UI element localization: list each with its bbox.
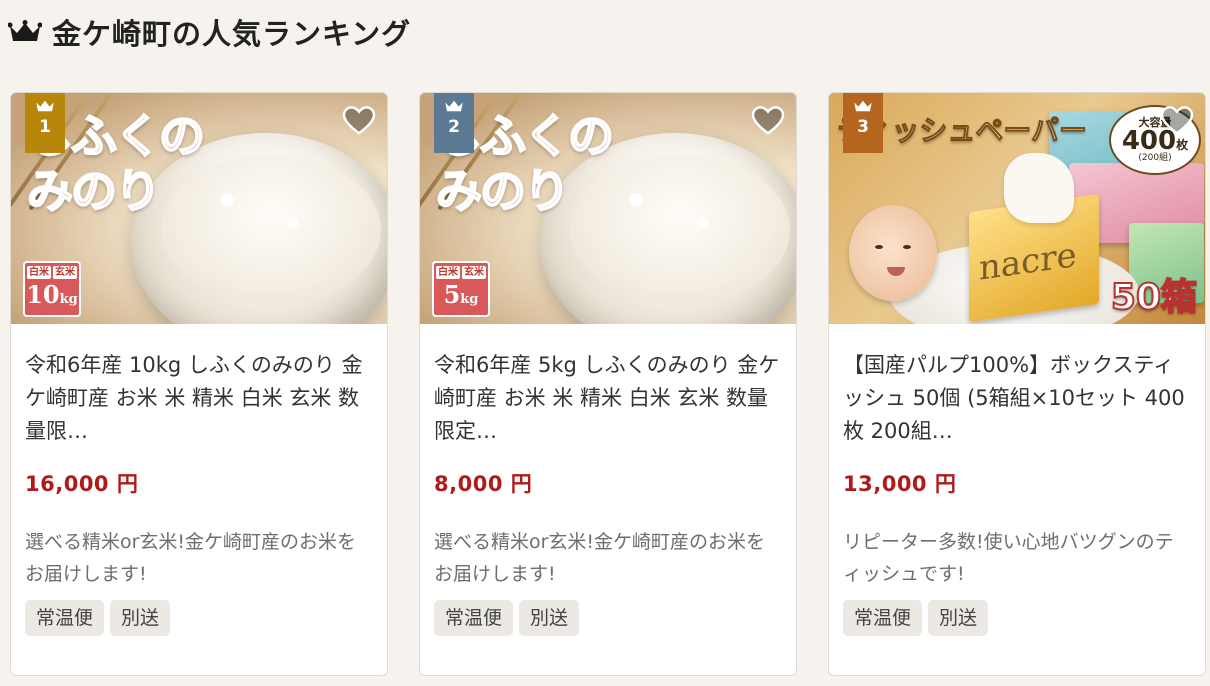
ranking-list: しふくのみのり 白米 玄米 10kg 1 令和6年産 10kg しふくのみのり …	[10, 92, 1206, 676]
shipping-tag: 常温便	[434, 600, 514, 636]
shipping-tag: 別送	[110, 600, 171, 636]
crown-icon	[36, 100, 54, 112]
favorite-button[interactable]	[1159, 103, 1195, 139]
favorite-button[interactable]	[341, 103, 377, 139]
shipping-tag: 常温便	[843, 600, 923, 636]
page-title: 金ケ崎町の人気ランキング	[52, 17, 412, 51]
weight-badge: 白米 玄米 10kg	[23, 261, 81, 317]
rank-badge: 2	[434, 93, 474, 153]
weight-badge: 白米 玄米 5kg	[432, 261, 490, 317]
product-image[interactable]: しふくのみのり 白米 玄米 10kg 1	[11, 93, 387, 324]
product-card-3[interactable]: nacre ティッシュペーパー 大容量 400枚 (200組) 50箱 3 【国…	[828, 92, 1206, 676]
weight-value: 5	[443, 280, 461, 309]
product-description: 選べる精米or玄米!金ケ崎町産のお米をお届けします!	[25, 531, 357, 585]
weight-unit: kg	[59, 292, 78, 307]
capacity-sub: (200組)	[1138, 153, 1172, 163]
favorite-button[interactable]	[750, 103, 786, 139]
product-title[interactable]: 【国産パルプ100%】ボックスティッシュ 50個 (5箱組×10セット 400枚…	[843, 349, 1191, 448]
product-card-2[interactable]: しふくのみのり 白米 玄米 5kg 2 令和6年産 5kg しふくのみのり 金ケ…	[419, 92, 797, 676]
capacity-unit: 枚	[1176, 138, 1189, 152]
product-card-1[interactable]: しふくのみのり 白米 玄米 10kg 1 令和6年産 10kg しふくのみのり …	[10, 92, 388, 676]
crown-icon	[854, 100, 872, 112]
crown-icon	[8, 20, 42, 41]
product-price: 8,000 円	[434, 472, 533, 496]
shipping-tag: 別送	[519, 600, 580, 636]
rank-number: 1	[39, 117, 51, 137]
product-image[interactable]: しふくのみのり 白米 玄米 5kg 2	[420, 93, 796, 324]
brown-rice-tag: 玄米	[462, 266, 486, 279]
rank-badge: 3	[843, 93, 883, 153]
rank-number: 3	[857, 117, 869, 137]
heart-icon	[1160, 106, 1194, 135]
product-title[interactable]: 令和6年産 10kg しふくのみのり 金ケ崎町産 お米 米 精米 白米 玄米 数…	[25, 349, 373, 448]
box-count: 50箱	[1110, 277, 1198, 318]
heart-icon	[751, 106, 785, 135]
product-price: 16,000 円	[25, 472, 139, 496]
product-image[interactable]: nacre ティッシュペーパー 大容量 400枚 (200組) 50箱 3	[829, 93, 1205, 324]
product-description: リピーター多数!使い心地バツグンのティッシュです!	[843, 531, 1174, 585]
brand-name: nacre	[979, 235, 1077, 289]
white-rice-tag: 白米	[27, 266, 51, 279]
white-rice-tag: 白米	[436, 266, 460, 279]
shipping-tag: 別送	[928, 600, 989, 636]
shipping-tag: 常温便	[25, 600, 105, 636]
rank-badge: 1	[25, 93, 65, 153]
weight-unit: kg	[460, 292, 479, 307]
section-heading: 金ケ崎町の人気ランキング	[8, 10, 411, 54]
weight-value: 10	[26, 280, 60, 309]
product-title[interactable]: 令和6年産 5kg しふくのみのり 金ケ崎町産 お米 米 精米 白米 玄米 数量…	[434, 349, 782, 448]
heart-icon	[342, 106, 376, 135]
product-price: 13,000 円	[843, 472, 957, 496]
product-description: 選べる精米or玄米!金ケ崎町産のお米をお届けします!	[434, 531, 766, 585]
brown-rice-tag: 玄米	[53, 266, 77, 279]
rank-number: 2	[448, 117, 460, 137]
baby-photo	[849, 205, 937, 301]
crown-icon	[445, 100, 463, 112]
